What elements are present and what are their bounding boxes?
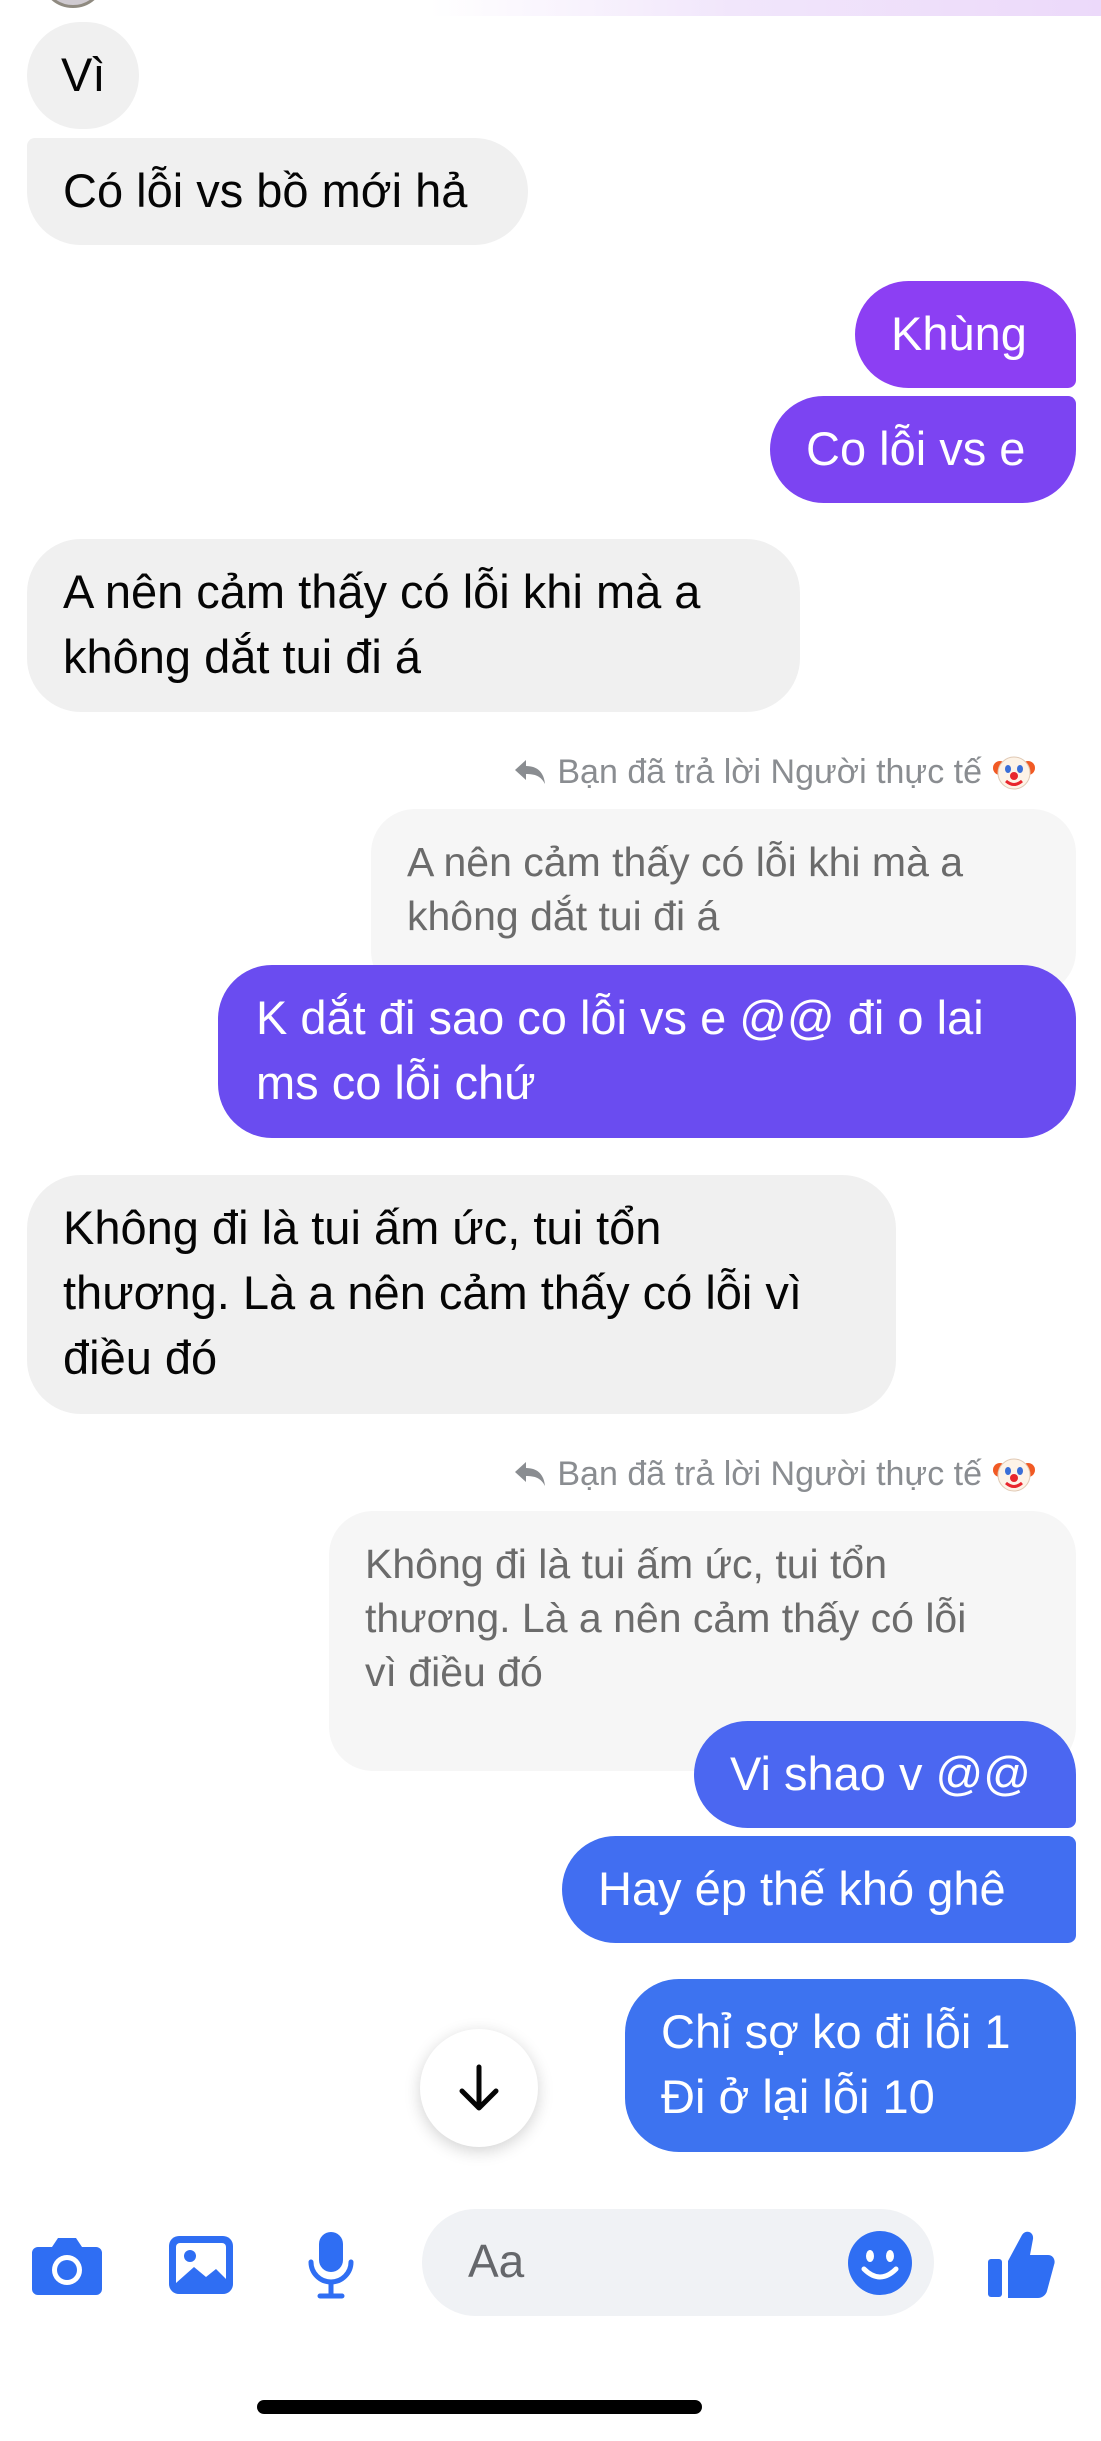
reply-arrow-icon [515, 1462, 546, 1486]
gallery-icon [169, 2236, 233, 2294]
quoted-line: thương. Là a nên cảm thấy có lỗi [365, 1595, 967, 1641]
message-line: Chỉ sợ ko đi lỗi 1 [661, 2005, 1011, 2058]
message-input[interactable]: Aa [422, 2209, 934, 2316]
message-text: Hay ép thế khó ghê [598, 1862, 1006, 1915]
message-text: Co lỗi vs e [806, 422, 1026, 475]
message-line: Đi ở lại lỗi 10 [661, 2070, 935, 2123]
clown-face-icon [993, 756, 1035, 790]
message-bubble-outgoing[interactable]: K dắt đi sao co lỗi vs e @@ đi o lai ms … [218, 965, 1076, 1138]
message-bubble-outgoing[interactable]: Hay ép thế khó ghê [562, 1836, 1076, 1943]
message-bubble-outgoing[interactable]: Co lỗi vs e [770, 396, 1076, 503]
clown-face-icon [993, 1458, 1035, 1492]
message-text: Vì [61, 48, 106, 101]
message-bubble-incoming[interactable]: Vì [27, 22, 140, 129]
message-line: ms co lỗi chứ [256, 1056, 536, 1109]
reply-label-text: Bạn đã trả lời Người thực tế [557, 752, 982, 791]
message-text: Khùng [891, 307, 1027, 360]
quoted-line: vì điều đó [365, 1649, 543, 1695]
message-line: Không đi là tui ấm ức, tui tổn [63, 1201, 662, 1254]
arrow-down-icon [459, 2064, 499, 2111]
reply-label-text: Bạn đã trả lời Người thực tế [557, 1454, 982, 1493]
emoji-button[interactable] [846, 2229, 914, 2297]
message-line: thương. Là a nên cảm thấy có lỗi vì [63, 1266, 802, 1319]
message-bubble-outgoing[interactable]: Chỉ sợ ko đi lỗi 1 Đi ở lại lỗi 10 [625, 1979, 1076, 2152]
message-line: không dắt tui đi á [63, 630, 421, 683]
top-gradient [430, 0, 1101, 16]
scroll-to-bottom-button[interactable] [420, 2029, 538, 2147]
message-text: Vi shao v @@ [730, 1747, 1031, 1800]
gallery-button[interactable] [164, 2228, 238, 2302]
avatar[interactable] [40, 0, 106, 8]
emoji-icon [848, 2231, 912, 2295]
message-line: điều đó [63, 1331, 218, 1384]
voice-button[interactable] [294, 2228, 368, 2302]
message-bubble-incoming[interactable]: A nên cảm thấy có lỗi khi mà a không dắt… [27, 539, 800, 712]
message-bubble-incoming[interactable]: Không đi là tui ấm ức, tui tổn thương. L… [27, 1175, 896, 1414]
quoted-line: Không đi là tui ấm ức, tui tổn [365, 1541, 888, 1587]
message-bubble-outgoing[interactable]: Vi shao v @@ [694, 1721, 1076, 1828]
message-bubble-outgoing[interactable]: Khùng [855, 281, 1076, 388]
reply-indicator: Bạn đã trả lời Người thực tế [513, 750, 1036, 794]
quoted-line: không dắt tui đi á [407, 893, 720, 939]
microphone-icon [308, 2232, 354, 2299]
home-indicator [257, 2400, 702, 2414]
like-button[interactable] [984, 2228, 1058, 2302]
composer-bar: Aa [0, 2185, 1101, 2342]
message-bubble-incoming[interactable]: Có lỗi vs bồ mới hả [27, 138, 528, 245]
thumbs-up-icon [988, 2231, 1055, 2298]
message-line: K dắt đi sao co lỗi vs e @@ đi o lai [256, 991, 984, 1044]
reply-arrow-icon [515, 760, 546, 784]
message-line: A nên cảm thấy có lỗi khi mà a [63, 565, 701, 618]
reply-indicator: Bạn đã trả lời Người thực tế [513, 1452, 1036, 1496]
message-text: Có lỗi vs bồ mới hả [63, 164, 468, 217]
camera-button[interactable] [30, 2228, 104, 2302]
camera-icon [32, 2238, 102, 2295]
quoted-line: A nên cảm thấy có lỗi khi mà a [407, 839, 964, 885]
message-input-placeholder: Aa [468, 2235, 525, 2287]
